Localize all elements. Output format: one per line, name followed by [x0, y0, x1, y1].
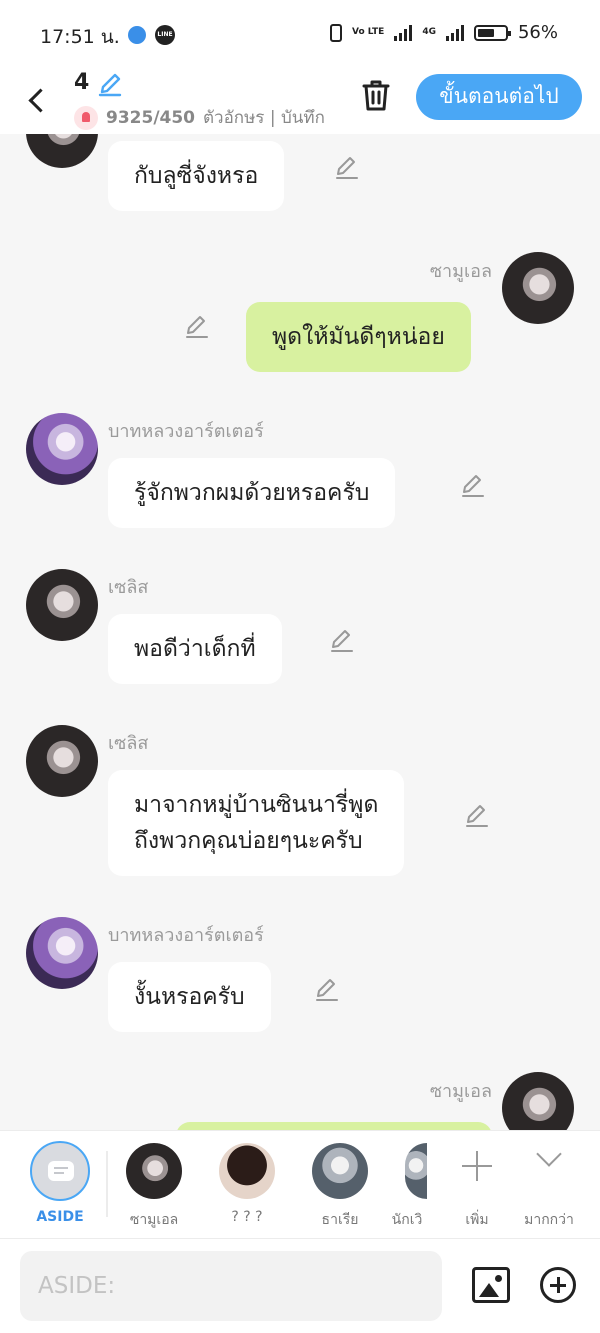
character-label[interactable]: ? ? ?	[207, 1209, 287, 1225]
character-avatar-partial[interactable]	[405, 1143, 427, 1199]
avatar[interactable]	[26, 725, 98, 797]
avatar[interactable]	[26, 569, 98, 641]
editor-header: 4 9325/450 ตัวอักษร | บันทึก ขั้นตอนต่อไ…	[0, 68, 600, 134]
counter-suffix: ตัวอักษร | บันทึก	[203, 108, 325, 128]
edit-message-pencil-icon[interactable]	[183, 313, 209, 339]
add-character-label[interactable]: เพิ่ม	[437, 1209, 517, 1231]
line-app-icon: LINE	[155, 25, 175, 45]
more-label[interactable]: มากกว่า	[509, 1209, 589, 1231]
volte-label: Vo LTE	[352, 27, 385, 37]
character-label[interactable]: นักเวิ	[388, 1209, 426, 1231]
edit-title-pencil-icon[interactable]	[96, 70, 124, 98]
vibrate-icon	[330, 23, 342, 42]
notification-app-icon	[128, 26, 146, 44]
trash-icon[interactable]	[360, 78, 392, 112]
character-selector: ASIDE ซามูเอล ? ? ? ธาเรีย นักเวิ เพิ่ม …	[0, 1130, 600, 1238]
character-avatar-samuel[interactable]	[126, 1143, 182, 1199]
character-counter: 9325/450 ตัวอักษร | บันทึก	[74, 104, 325, 131]
alert-bell-icon	[74, 105, 98, 130]
aside-chat-icon[interactable]	[30, 1141, 90, 1201]
edit-message-pencil-icon[interactable]	[463, 802, 489, 828]
speaker-name: บาทหลวงอาร์ตเตอร์	[108, 925, 264, 946]
speaker-name: เซลิส	[108, 733, 149, 754]
character-label[interactable]: ธาเรีย	[300, 1209, 380, 1231]
speaker-name: ซามูเอล	[429, 261, 492, 282]
message-text-line: ถึงพวกคุณบ่อยๆนะครับ	[134, 828, 363, 854]
counter-value: 9325/450	[106, 107, 196, 128]
edit-message-pencil-icon[interactable]	[459, 472, 485, 498]
add-circle-icon[interactable]	[540, 1267, 576, 1303]
character-avatar-unknown[interactable]	[219, 1143, 275, 1199]
avatar[interactable]	[26, 917, 98, 989]
avatar[interactable]	[26, 413, 98, 485]
back-button[interactable]	[22, 78, 52, 118]
speaker-name: บาทหลวงอาร์ตเตอร์	[108, 421, 264, 442]
edit-message-pencil-icon[interactable]	[313, 976, 339, 1002]
character-label-aside[interactable]: ASIDE	[20, 1209, 100, 1225]
episode-number: 4	[74, 70, 90, 95]
character-avatar-tharia[interactable]	[312, 1143, 368, 1199]
status-bar: 17:51 น. LINE Vo LTE 4G 56%	[0, 0, 600, 68]
avatar[interactable]	[502, 1072, 574, 1130]
edit-message-pencil-icon[interactable]	[328, 627, 354, 653]
message-bubble[interactable]: กับลูซี่จังหรอ	[108, 141, 285, 211]
message-bubble[interactable]	[176, 1122, 492, 1130]
character-label[interactable]: ซามูเอล	[114, 1209, 194, 1231]
message-input-bar	[0, 1238, 600, 1333]
speaker-name: ซามูเอล	[429, 1081, 492, 1102]
edit-message-pencil-icon[interactable]	[333, 154, 359, 180]
avatar[interactable]	[502, 252, 574, 324]
chevron-down-icon[interactable]	[534, 1149, 564, 1169]
signal-icon	[394, 24, 413, 41]
message-bubble[interactable]: รู้จักพวกผมด้วยหรอครับ	[108, 458, 396, 528]
signal-icon-2	[445, 24, 464, 41]
divider	[106, 1151, 108, 1217]
speaker-name: เซลิส	[108, 577, 149, 598]
image-icon[interactable]	[472, 1267, 510, 1303]
message-bubble[interactable]: พอดีว่าเด็กที่	[108, 614, 282, 684]
message-bubble[interactable]: พูดให้มันดีๆหน่อย	[246, 302, 471, 372]
message-bubble[interactable]: งั้นหรอครับ	[108, 962, 271, 1032]
status-time: 17:51 น.	[40, 26, 120, 48]
status-indicators: Vo LTE 4G 56%	[330, 22, 558, 43]
add-character-plus-icon[interactable]	[460, 1149, 494, 1183]
battery-percent: 56%	[517, 22, 558, 43]
avatar[interactable]	[26, 134, 98, 168]
message-text-line: มาจากหมู่บ้านซินนารี่พูด	[134, 792, 379, 818]
chat-area[interactable]: กับลูซี่จังหรอ ซามูเอล พูดให้มันดีๆหน่อย…	[0, 134, 600, 1130]
battery-icon	[473, 24, 511, 41]
message-bubble[interactable]: มาจากหมู่บ้านซินนารี่พูด ถึงพวกคุณบ่อยๆน…	[108, 770, 405, 876]
message-input[interactable]	[20, 1251, 442, 1321]
network-label: 4G	[422, 27, 436, 37]
next-step-button[interactable]: ขั้นตอนต่อไป	[416, 74, 582, 120]
